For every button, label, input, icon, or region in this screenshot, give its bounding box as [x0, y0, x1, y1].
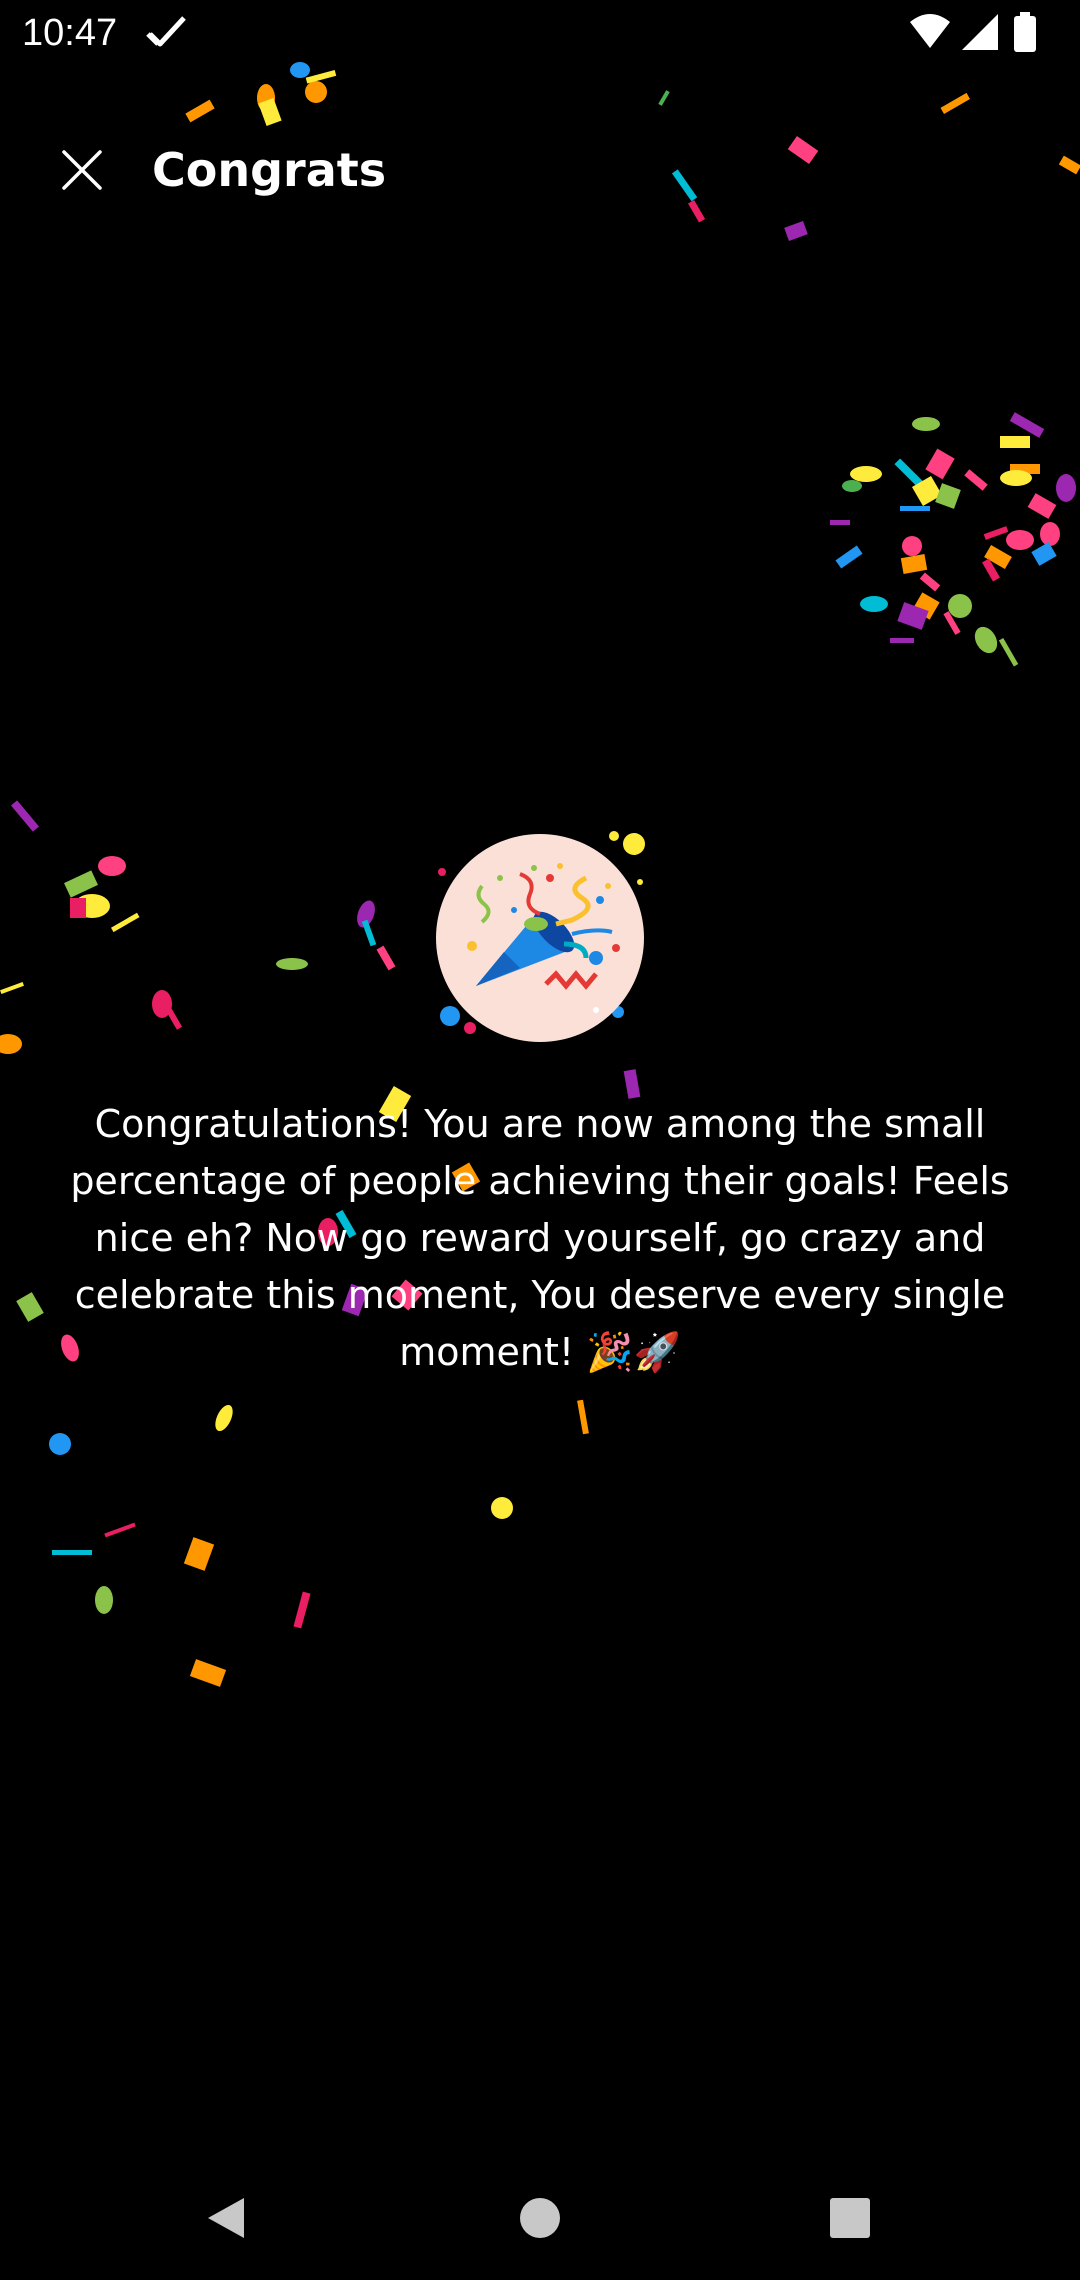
close-button[interactable]	[42, 130, 122, 210]
page-title: Congrats	[152, 143, 387, 197]
status-icons	[908, 12, 1058, 54]
home-button[interactable]	[500, 2178, 580, 2258]
recents-icon	[830, 2198, 870, 2238]
party-popper-icon	[436, 834, 644, 1042]
wifi-icon	[910, 14, 950, 48]
check-icon	[146, 12, 190, 52]
recents-button[interactable]	[810, 2178, 890, 2258]
close-icon	[62, 150, 102, 190]
back-icon	[208, 2198, 244, 2238]
status-time: 10:47	[22, 12, 118, 54]
cell-signal-icon	[962, 14, 998, 50]
battery-icon	[1014, 12, 1036, 52]
home-icon	[520, 2198, 560, 2238]
congrats-message: Congratulations! You are now among the s…	[70, 1102, 1010, 1374]
status-bar: 10:47	[0, 0, 1080, 66]
app-bar: Congrats	[0, 110, 1080, 230]
back-button[interactable]	[186, 2178, 266, 2258]
navigation-bar	[0, 2150, 1080, 2280]
